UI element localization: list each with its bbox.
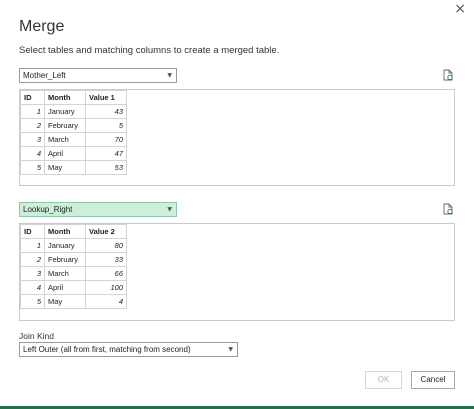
cell-value: 33 [85, 252, 127, 267]
cell-id: 3 [20, 266, 45, 281]
join-kind-label: Join Kind [19, 331, 54, 341]
refresh-preview-icon[interactable] [442, 69, 454, 81]
cell-value: 5 [85, 118, 127, 133]
second-table-selected: Lookup_Right [23, 205, 73, 214]
first-table-selected: Mother_Left [23, 71, 66, 80]
cell-month: February [44, 252, 86, 267]
column-header-value1[interactable]: Value 1 [85, 90, 127, 105]
table-row[interactable]: 5 May 53 [20, 160, 127, 175]
cell-id: 4 [20, 280, 45, 295]
cell-value: 4 [85, 294, 127, 309]
cell-value: 80 [85, 238, 127, 253]
first-table-grid: ID Month Value 1 1 January 43 2 February… [20, 90, 127, 175]
dialog-subtitle: Select tables and matching columns to cr… [19, 45, 280, 56]
cell-value: 66 [85, 266, 127, 281]
cell-month: January [44, 238, 86, 253]
cell-id: 3 [20, 132, 45, 147]
table-header-row: ID Month Value 2 [20, 224, 127, 239]
second-table-preview: ID Month Value 2 1 January 80 2 February… [19, 223, 455, 321]
column-header-id[interactable]: ID [20, 224, 45, 239]
merge-dialog: × Merge Select tables and matching colum… [0, 0, 474, 409]
cell-month: February [44, 118, 86, 133]
table-row[interactable]: 1 January 43 [20, 104, 127, 119]
cell-id: 5 [20, 294, 45, 309]
ok-button[interactable]: OK [365, 371, 402, 389]
table-row[interactable]: 3 March 70 [20, 132, 127, 147]
cell-month: March [44, 132, 86, 147]
cell-month: April [44, 146, 86, 161]
chevron-down-icon: ▼ [167, 206, 172, 213]
table-row[interactable]: 2 February 5 [20, 118, 127, 133]
cell-id: 1 [20, 238, 45, 253]
table-header-row: ID Month Value 1 [20, 90, 127, 105]
cell-id: 2 [20, 252, 45, 267]
first-table-preview: ID Month Value 1 1 January 43 2 February… [19, 89, 455, 186]
second-table-dropdown[interactable]: Lookup_Right ▼ [19, 202, 177, 217]
cell-month: April [44, 280, 86, 295]
column-header-month[interactable]: Month [44, 224, 86, 239]
cell-value: 100 [85, 280, 127, 295]
table-row[interactable]: 4 April 47 [20, 146, 127, 161]
table-row[interactable]: 1 January 80 [20, 238, 127, 253]
cell-id: 5 [20, 160, 45, 175]
close-icon[interactable]: × [454, 1, 466, 17]
cell-value: 43 [85, 104, 127, 119]
first-table-dropdown[interactable]: Mother_Left ▼ [19, 68, 177, 83]
dialog-title: Merge [19, 18, 65, 35]
cell-value: 53 [85, 160, 127, 175]
refresh-preview-icon[interactable] [442, 203, 454, 215]
join-kind-dropdown[interactable]: Left Outer (all from first, matching fro… [19, 342, 238, 357]
second-table-grid: ID Month Value 2 1 January 80 2 February… [20, 224, 127, 309]
column-header-id[interactable]: ID [20, 90, 45, 105]
cancel-button[interactable]: Cancel [411, 371, 455, 389]
table-row[interactable]: 2 February 33 [20, 252, 127, 267]
table-row[interactable]: 4 April 100 [20, 280, 127, 295]
chevron-down-icon: ▼ [167, 72, 172, 79]
cell-month: May [44, 294, 86, 309]
table-row[interactable]: 5 May 4 [20, 294, 127, 309]
join-kind-selected: Left Outer (all from first, matching fro… [23, 345, 191, 354]
cell-id: 4 [20, 146, 45, 161]
cell-month: March [44, 266, 86, 281]
cell-id: 1 [20, 104, 45, 119]
column-header-month[interactable]: Month [44, 90, 86, 105]
cell-value: 47 [85, 146, 127, 161]
cell-month: May [44, 160, 86, 175]
column-header-value2[interactable]: Value 2 [85, 224, 127, 239]
table-row[interactable]: 3 March 66 [20, 266, 127, 281]
cell-value: 70 [85, 132, 127, 147]
chevron-down-icon: ▼ [228, 346, 233, 353]
cell-month: January [44, 104, 86, 119]
cell-id: 2 [20, 118, 45, 133]
